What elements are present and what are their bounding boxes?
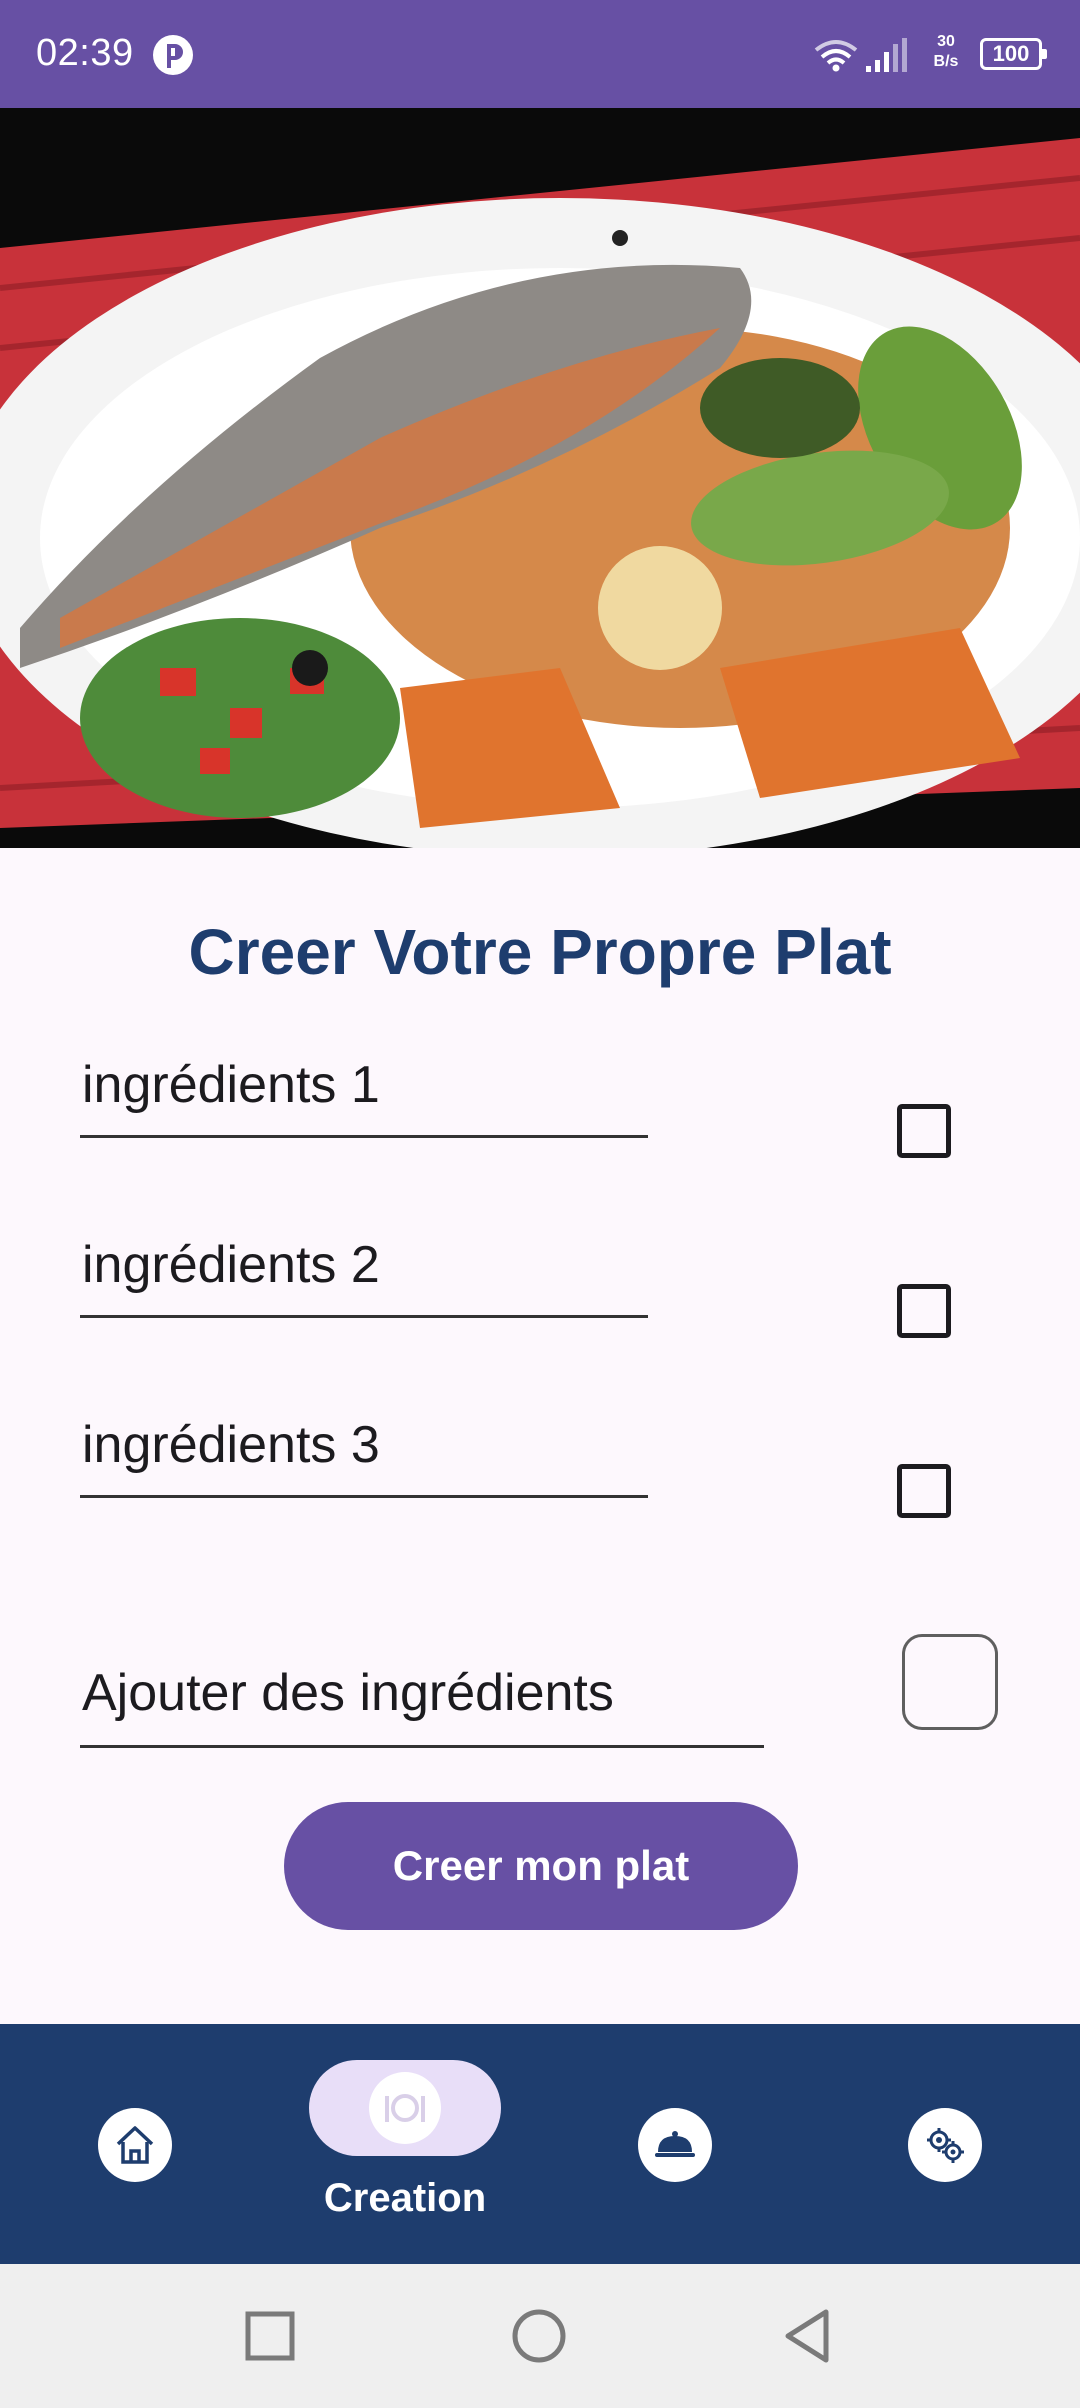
nav-settings-button[interactable] bbox=[908, 2108, 982, 2182]
settings-gears-icon bbox=[927, 2128, 964, 2163]
network-speed: 30 B/s bbox=[926, 32, 966, 72]
ingredient-3-checkbox[interactable] bbox=[897, 1464, 951, 1518]
signal-icon bbox=[866, 38, 907, 72]
page-title: Creer Votre Propre Plat bbox=[188, 916, 892, 988]
battery-indicator: 100 bbox=[980, 38, 1047, 70]
ingredient-2-checkbox[interactable] bbox=[897, 1284, 951, 1338]
nav-dishes-button[interactable] bbox=[638, 2108, 712, 2182]
app-notification-icon bbox=[153, 35, 193, 75]
speed-value: 30 bbox=[937, 33, 955, 50]
create-dish-button[interactable]: Creer mon plat bbox=[284, 1802, 798, 1930]
ingredient-1-label: ingrédients 1 bbox=[82, 1056, 380, 1114]
ingredient-2-label: ingrédients 2 bbox=[82, 1236, 380, 1294]
nav-home-button[interactable] bbox=[98, 2108, 172, 2182]
status-time: 02:39 bbox=[36, 32, 134, 74]
add-ingredient-label: Ajouter des ingrédients bbox=[82, 1664, 614, 1722]
ingredient-3-field[interactable]: ingrédients 3 bbox=[80, 1416, 648, 1498]
back-triangle-icon[interactable] bbox=[778, 2306, 838, 2366]
ingredient-2-field[interactable]: ingrédients 2 bbox=[80, 1236, 648, 1318]
recent-apps-icon[interactable] bbox=[240, 2306, 300, 2366]
bottom-navigation: Creation bbox=[0, 2024, 1080, 2264]
nav-creation-label: Creation bbox=[323, 2176, 487, 2220]
add-ingredient-checkbox[interactable] bbox=[902, 1634, 998, 1730]
system-navigation-bar bbox=[0, 2264, 1080, 2408]
add-ingredient-field[interactable]: Ajouter des ingrédients bbox=[80, 1660, 764, 1748]
nav-creation-button[interactable] bbox=[309, 2060, 501, 2156]
dish-icon bbox=[385, 2094, 425, 2122]
home-circle-icon[interactable] bbox=[509, 2306, 569, 2366]
ingredient-3-label: ingrédients 3 bbox=[82, 1416, 380, 1474]
speed-unit: B/s bbox=[933, 53, 959, 70]
cloche-icon bbox=[655, 2131, 695, 2157]
wifi-icon bbox=[814, 40, 858, 72]
status-bar: 02:39 30 B/s 100 bbox=[0, 0, 1080, 108]
dish-hero-image bbox=[0, 108, 1080, 848]
fish-dish-photo-icon bbox=[0, 108, 1080, 848]
home-icon bbox=[116, 2126, 154, 2164]
ingredient-1-field[interactable]: ingrédients 1 bbox=[80, 1056, 648, 1138]
ingredient-1-checkbox[interactable] bbox=[897, 1104, 951, 1158]
